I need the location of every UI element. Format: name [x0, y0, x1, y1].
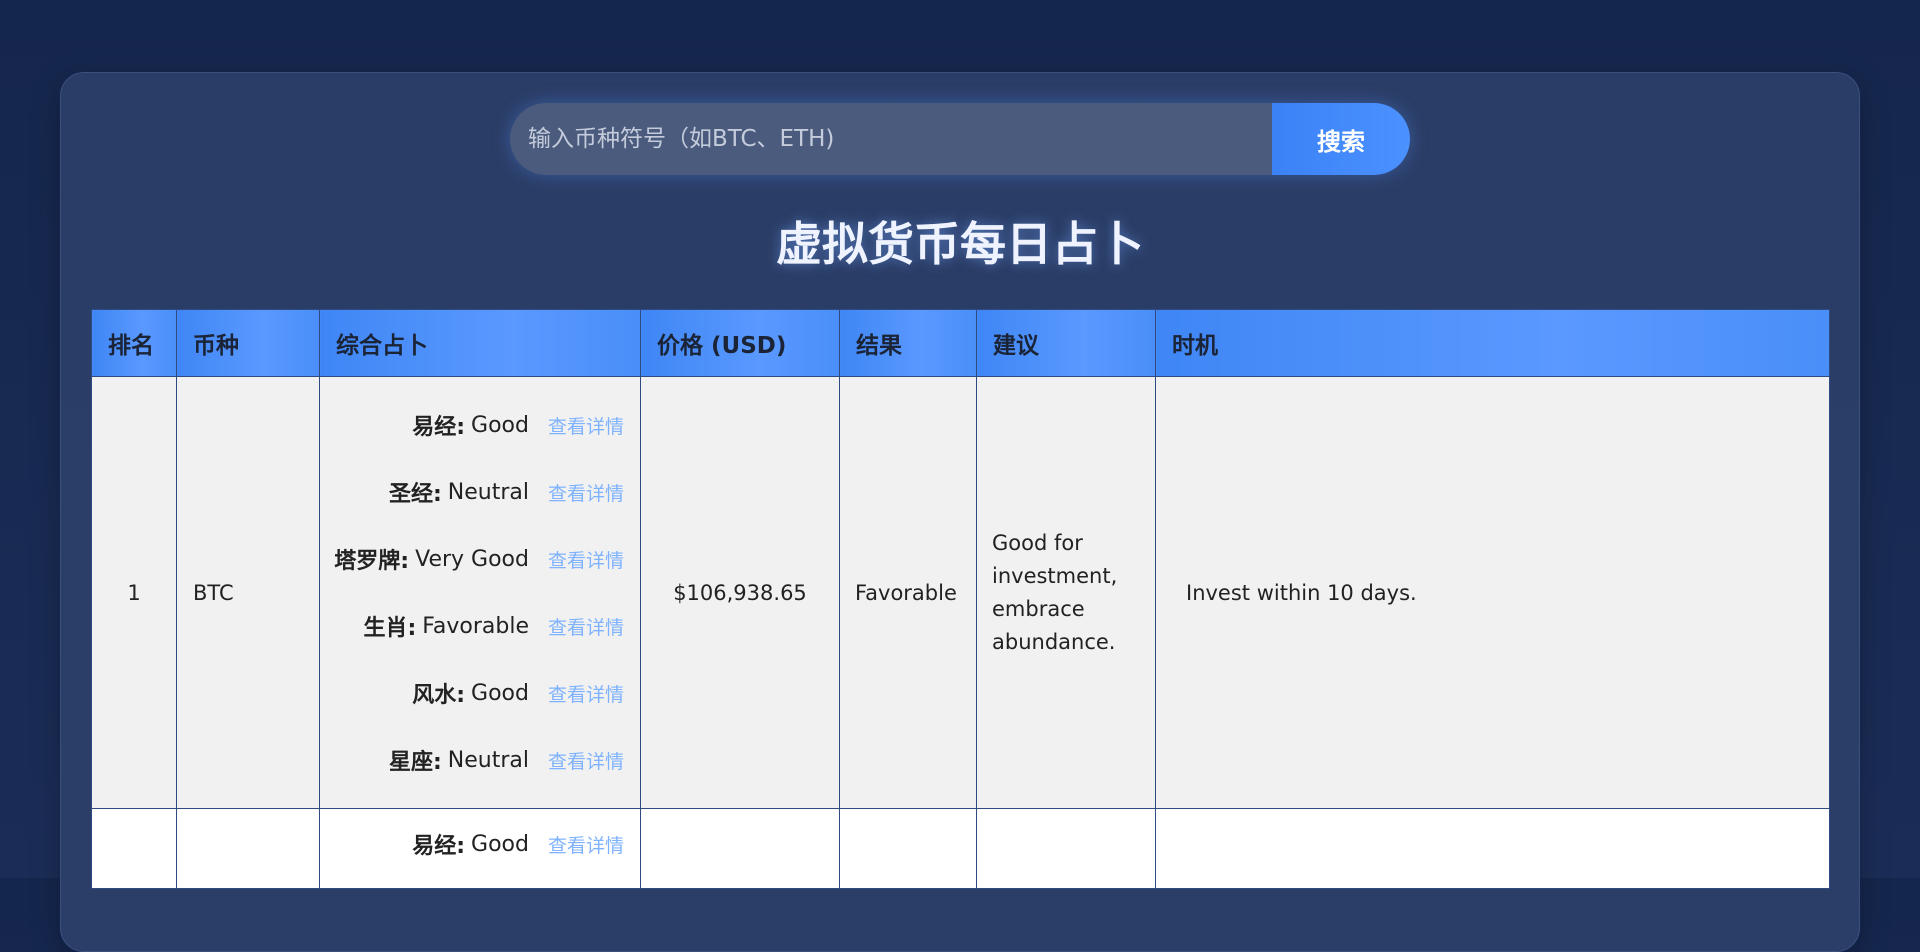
table-header-row: 排名 币种 综合占卜 价格 (USD) 结果 建议 时机 — [91, 309, 1830, 377]
view-details-link[interactable]: 查看详情 — [548, 747, 624, 774]
divination-item: 塔罗牌: Very Good 查看详情 — [320, 526, 624, 593]
table-row: 易经: Good 查看详情 — [91, 808, 1830, 889]
header-timing: 时机 — [1155, 309, 1830, 377]
header-rank: 排名 — [91, 309, 177, 377]
divination-item: 生肖: Favorable 查看详情 — [320, 593, 624, 660]
view-details-link[interactable]: 查看详情 — [548, 831, 624, 858]
view-details-link[interactable]: 查看详情 — [548, 479, 624, 506]
page-title: 虚拟货币每日占卜 — [776, 217, 1144, 271]
divination-method: 塔罗牌: — [334, 549, 410, 574]
divination-value: Favorable — [422, 613, 529, 639]
symbol-cell: BTC — [176, 376, 320, 809]
header-advice: 建议 — [976, 309, 1156, 377]
table-row: 1 BTC 易经: Good 查看详情 圣经: Neutral 查看详情 塔罗牌… — [91, 376, 1830, 809]
price-cell — [640, 808, 840, 889]
result-cell — [839, 808, 977, 889]
advice-cell — [976, 808, 1156, 889]
search-button[interactable]: 搜索 — [1272, 103, 1410, 175]
advice-cell: Good for investment, embrace abundance. — [976, 376, 1156, 809]
divination-cell: 易经: Good 查看详情 — [319, 808, 641, 889]
symbol-cell — [176, 808, 320, 889]
timing-cell: Invest within 10 days. — [1155, 376, 1830, 809]
divination-item: 易经: Good 查看详情 — [320, 809, 624, 879]
divination-value: Very Good — [415, 546, 529, 572]
divination-value: Good — [471, 680, 529, 706]
divination-item: 易经: Good 查看详情 — [320, 392, 624, 459]
divination-table: 排名 币种 综合占卜 价格 (USD) 结果 建议 时机 1 BTC 易经: G… — [91, 309, 1830, 889]
divination-method: 圣经: — [388, 482, 442, 507]
search-input[interactable] — [510, 103, 1272, 175]
divination-value: Good — [471, 412, 529, 438]
timing-cell — [1155, 808, 1830, 889]
rank-cell — [91, 808, 177, 889]
divination-value: Neutral — [447, 479, 529, 505]
header-price: 价格 (USD) — [640, 309, 840, 377]
divination-value: Good — [471, 831, 529, 857]
divination-method: 易经: — [412, 834, 466, 859]
price-cell: $106,938.65 — [640, 376, 840, 809]
header-result: 结果 — [839, 309, 977, 377]
divination-item: 风水: Good 查看详情 — [320, 660, 624, 727]
divination-cell: 易经: Good 查看详情 圣经: Neutral 查看详情 塔罗牌: Very… — [319, 376, 641, 809]
divination-method: 星座: — [388, 750, 442, 775]
divination-method: 风水: — [412, 683, 466, 708]
divination-method: 生肖: — [363, 616, 417, 641]
divination-item: 圣经: Neutral 查看详情 — [320, 459, 624, 526]
header-symbol: 币种 — [176, 309, 320, 377]
view-details-link[interactable]: 查看详情 — [548, 680, 624, 707]
divination-item: 星座: Neutral 查看详情 — [320, 727, 624, 794]
rank-cell: 1 — [91, 376, 177, 809]
view-details-link[interactable]: 查看详情 — [548, 546, 624, 573]
view-details-link[interactable]: 查看详情 — [548, 613, 624, 640]
divination-method: 易经: — [412, 415, 466, 440]
result-cell: Favorable — [839, 376, 977, 809]
divination-value: Neutral — [447, 747, 529, 773]
view-details-link[interactable]: 查看详情 — [548, 412, 624, 439]
search-bar: 搜索 — [510, 103, 1410, 175]
header-divination: 综合占卜 — [319, 309, 641, 377]
